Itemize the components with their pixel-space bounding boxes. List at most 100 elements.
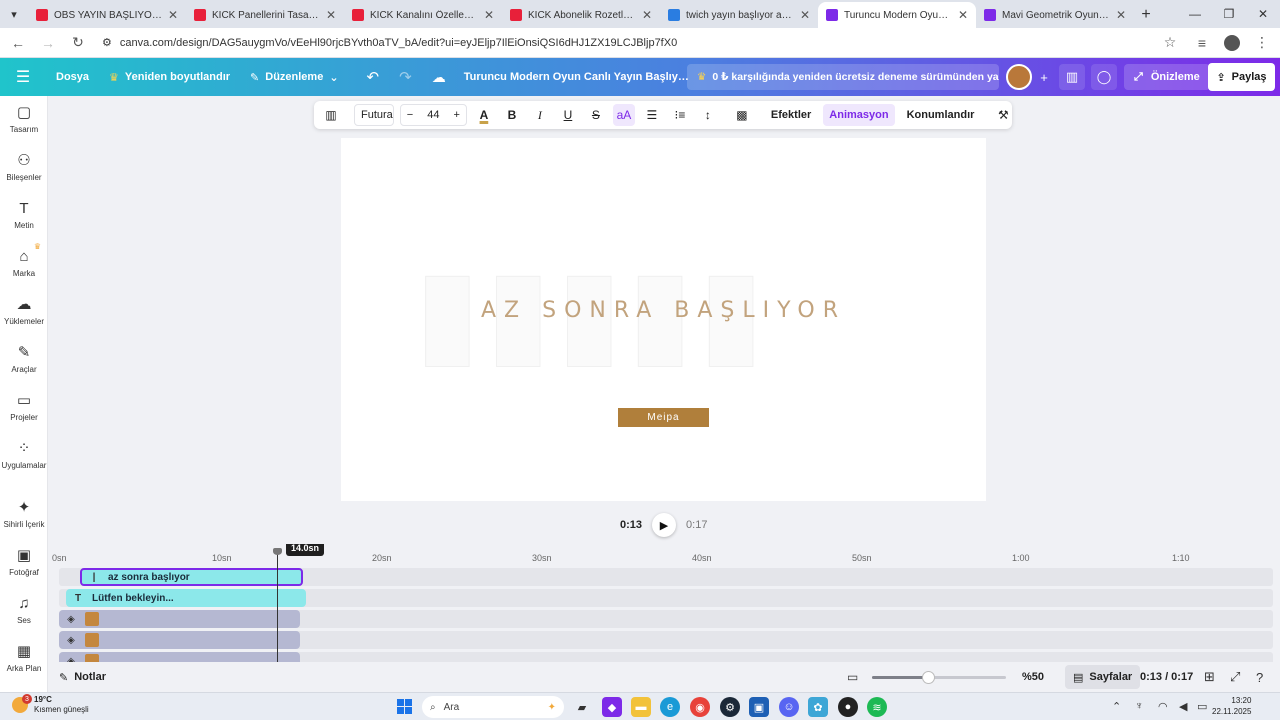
tab-close-icon[interactable]: ✕ xyxy=(326,8,336,22)
media-clip[interactable]: ◈ xyxy=(59,652,300,662)
wifi-icon[interactable]: ◠ xyxy=(1158,700,1168,713)
sidebar-item-text[interactable]: T Metin xyxy=(0,192,48,238)
chrome-icon[interactable]: ◉ xyxy=(690,697,710,717)
reading-list-icon[interactable]: ≡ xyxy=(1192,33,1212,53)
play-icon[interactable]: ▶ xyxy=(652,513,677,537)
hamburger-icon[interactable]: ☰ xyxy=(0,58,46,96)
sidebar-item-shapes[interactable]: ⚇ Bileşenler xyxy=(0,144,48,190)
media-clip[interactable]: ◈ xyxy=(59,610,300,628)
new-tab-icon[interactable]: + xyxy=(1134,2,1158,28)
effects-button[interactable]: Efektler xyxy=(765,104,817,126)
sidebar-item-apps[interactable]: ⁘ Uygulamalar xyxy=(0,432,48,478)
headline-text[interactable]: AZ SONRA BAŞLIYOR xyxy=(341,298,986,323)
undo-icon[interactable]: ↶ xyxy=(357,58,390,96)
sidebar-item-folder[interactable]: ▭ Projeler xyxy=(0,384,48,430)
tray-chevron-icon[interactable]: ⌃ xyxy=(1112,700,1121,713)
windows-start-icon[interactable] xyxy=(397,699,412,714)
add-collaborator-icon[interactable]: + xyxy=(1031,64,1057,90)
position-button[interactable]: Konumlandır xyxy=(901,104,981,126)
sidebar-item-layout[interactable]: ▢ Tasarım xyxy=(0,96,48,142)
taskbar-search[interactable]: ⌕ Ara ✦ xyxy=(422,696,564,718)
browser-tab[interactable]: KICK Abonelik Rozetlerini Tasarl ✕ xyxy=(502,2,660,28)
italic-icon[interactable]: I xyxy=(529,104,551,126)
obs-icon[interactable]: ● xyxy=(838,697,858,717)
increase-size-icon[interactable]: + xyxy=(453,109,459,121)
animation-button[interactable]: Animasyon xyxy=(823,104,895,126)
minimize-icon[interactable]: — xyxy=(1178,0,1212,28)
fullscreen-icon[interactable]: ⤢ xyxy=(1230,669,1240,685)
align-center-icon[interactable]: ☰ xyxy=(641,104,663,126)
tab-search-icon[interactable]: ▾ xyxy=(0,0,28,28)
sidebar-item-pen[interactable]: ✎ Araçlar xyxy=(0,336,48,382)
task-view-icon[interactable]: ▰ xyxy=(572,697,592,717)
comment-icon[interactable]: ◯ xyxy=(1091,64,1117,90)
spotify-icon[interactable]: ≋ xyxy=(867,697,887,717)
playhead-handle[interactable] xyxy=(273,548,282,555)
font-size-value[interactable]: 44 xyxy=(427,109,439,121)
browser-tab[interactable]: Turuncu Modern Oyun Canlı Ya ✕ xyxy=(818,2,976,28)
browser-tab[interactable]: Mavi Geometrik Oyun Yayıncısı ✕ xyxy=(976,2,1134,28)
help-icon[interactable]: ? xyxy=(1256,670,1263,685)
text-layout-icon[interactable]: ▥ xyxy=(320,104,342,126)
letter-case-icon[interactable]: aA xyxy=(612,104,635,126)
tab-close-icon[interactable]: ✕ xyxy=(958,8,968,22)
paint-format-icon[interactable]: ⚒ xyxy=(992,104,1014,126)
tab-close-icon[interactable]: ✕ xyxy=(484,8,494,22)
resize-button[interactable]: ♛ Yeniden boyutlandır xyxy=(99,58,240,96)
strikethrough-icon[interactable]: S xyxy=(585,104,607,126)
sidebar-item-cloud-upload[interactable]: ☁ Yüklemeler xyxy=(0,288,48,334)
share-button[interactable]: ⇪ Paylaş xyxy=(1208,63,1275,91)
preview-button[interactable]: ⤢ Önizleme xyxy=(1124,64,1210,90)
forward-icon[interactable]: → xyxy=(38,33,58,53)
zoom-slider[interactable] xyxy=(872,671,1006,684)
sidebar-item-magic[interactable]: ✦ Sihirli İçerik xyxy=(0,491,48,537)
redo-icon[interactable]: ↷ xyxy=(389,58,422,96)
browser-tab[interactable]: KICK Panellerini Tasarla | Kick Re ✕ xyxy=(186,2,344,28)
transparency-icon[interactable]: ▩ xyxy=(731,104,753,126)
screen-size-icon[interactable]: ▭ xyxy=(847,670,858,684)
tab-close-icon[interactable]: ✕ xyxy=(168,8,178,22)
url-field[interactable]: ⚙ canva.com/design/DAG5auygmVo/vEeHl90rj… xyxy=(98,31,1150,55)
file-explorer-icon[interactable]: ▬ xyxy=(631,697,651,717)
timeline-ruler[interactable]: 0sn 10sn 20sn 30sn 40sn 50sn 1:00 1:10 xyxy=(49,550,1280,566)
store-icon[interactable]: ◆ xyxy=(602,697,622,717)
weather-widget[interactable]: 3 19°C Kısmen güneşli xyxy=(12,694,89,715)
app-icon[interactable]: ▣ xyxy=(749,697,769,717)
edge-icon[interactable]: e xyxy=(660,697,680,717)
file-menu-button[interactable]: Dosya xyxy=(46,58,99,96)
taskbar-clock[interactable]: 13:20 22.11.2025 xyxy=(1212,695,1251,717)
font-family-select[interactable]: Futura xyxy=(354,104,394,126)
notes-button[interactable]: ✎ Notlar xyxy=(59,671,106,684)
sidebar-item-brand[interactable]: ⌂ Marka ♛ xyxy=(0,240,48,286)
user-avatar[interactable] xyxy=(1006,64,1032,90)
design-canvas[interactable]: ▮▮▮▮▮ AZ SONRA BAŞLIYOR Meipa xyxy=(341,138,986,501)
site-info-icon[interactable]: ⚙ xyxy=(102,36,112,49)
bookmark-star-icon[interactable]: ☆ xyxy=(1160,33,1180,53)
steam-icon[interactable]: ⚙ xyxy=(720,697,740,717)
design-title[interactable]: Turuncu Modern Oyun Canlı Yayın Başlıyor… xyxy=(456,58,696,96)
underline-icon[interactable]: U xyxy=(557,104,579,126)
list-icon[interactable]: ⁝≡ xyxy=(669,104,691,126)
browser-menu-icon[interactable]: ⋮ xyxy=(1252,33,1272,53)
text-clip[interactable]: T Lütfen bekleyin... xyxy=(66,589,306,607)
sidebar-item-background[interactable]: ▦ Arka Plan xyxy=(0,635,48,681)
microphone-icon[interactable]: ♆ xyxy=(1135,700,1143,712)
tab-close-icon[interactable]: ✕ xyxy=(1116,8,1126,22)
media-clip[interactable]: ◈ xyxy=(59,631,300,649)
settings-app-icon[interactable]: ✿ xyxy=(808,697,828,717)
browser-tab[interactable]: twich yayın başlıyor araması - C ✕ xyxy=(660,2,818,28)
browser-tab[interactable]: OBS YAYIN BAŞLIYOR EKRANI N ✕ xyxy=(28,2,186,28)
sidebar-item-photo[interactable]: ▣ Fotoğraf xyxy=(0,539,48,585)
pages-button[interactable]: ▤ Sayfalar xyxy=(1065,665,1141,689)
tab-close-icon[interactable]: ✕ xyxy=(800,8,810,22)
reload-icon[interactable]: ↻ xyxy=(68,33,88,53)
tab-close-icon[interactable]: ✕ xyxy=(642,8,652,22)
bold-icon[interactable]: B xyxy=(501,104,523,126)
sidebar-item-music[interactable]: ♫ Ses xyxy=(0,587,48,633)
profile-avatar[interactable] xyxy=(1224,34,1240,51)
spacing-icon[interactable]: ↕ xyxy=(697,104,719,126)
discord-icon[interactable]: ☺ xyxy=(779,697,799,717)
browser-tab[interactable]: KICK Kanalını Özelleştir | Kick Re ✕ xyxy=(344,2,502,28)
insights-chart-icon[interactable]: ▥ xyxy=(1059,64,1085,90)
grid-view-icon[interactable]: ⊞ xyxy=(1204,669,1215,685)
